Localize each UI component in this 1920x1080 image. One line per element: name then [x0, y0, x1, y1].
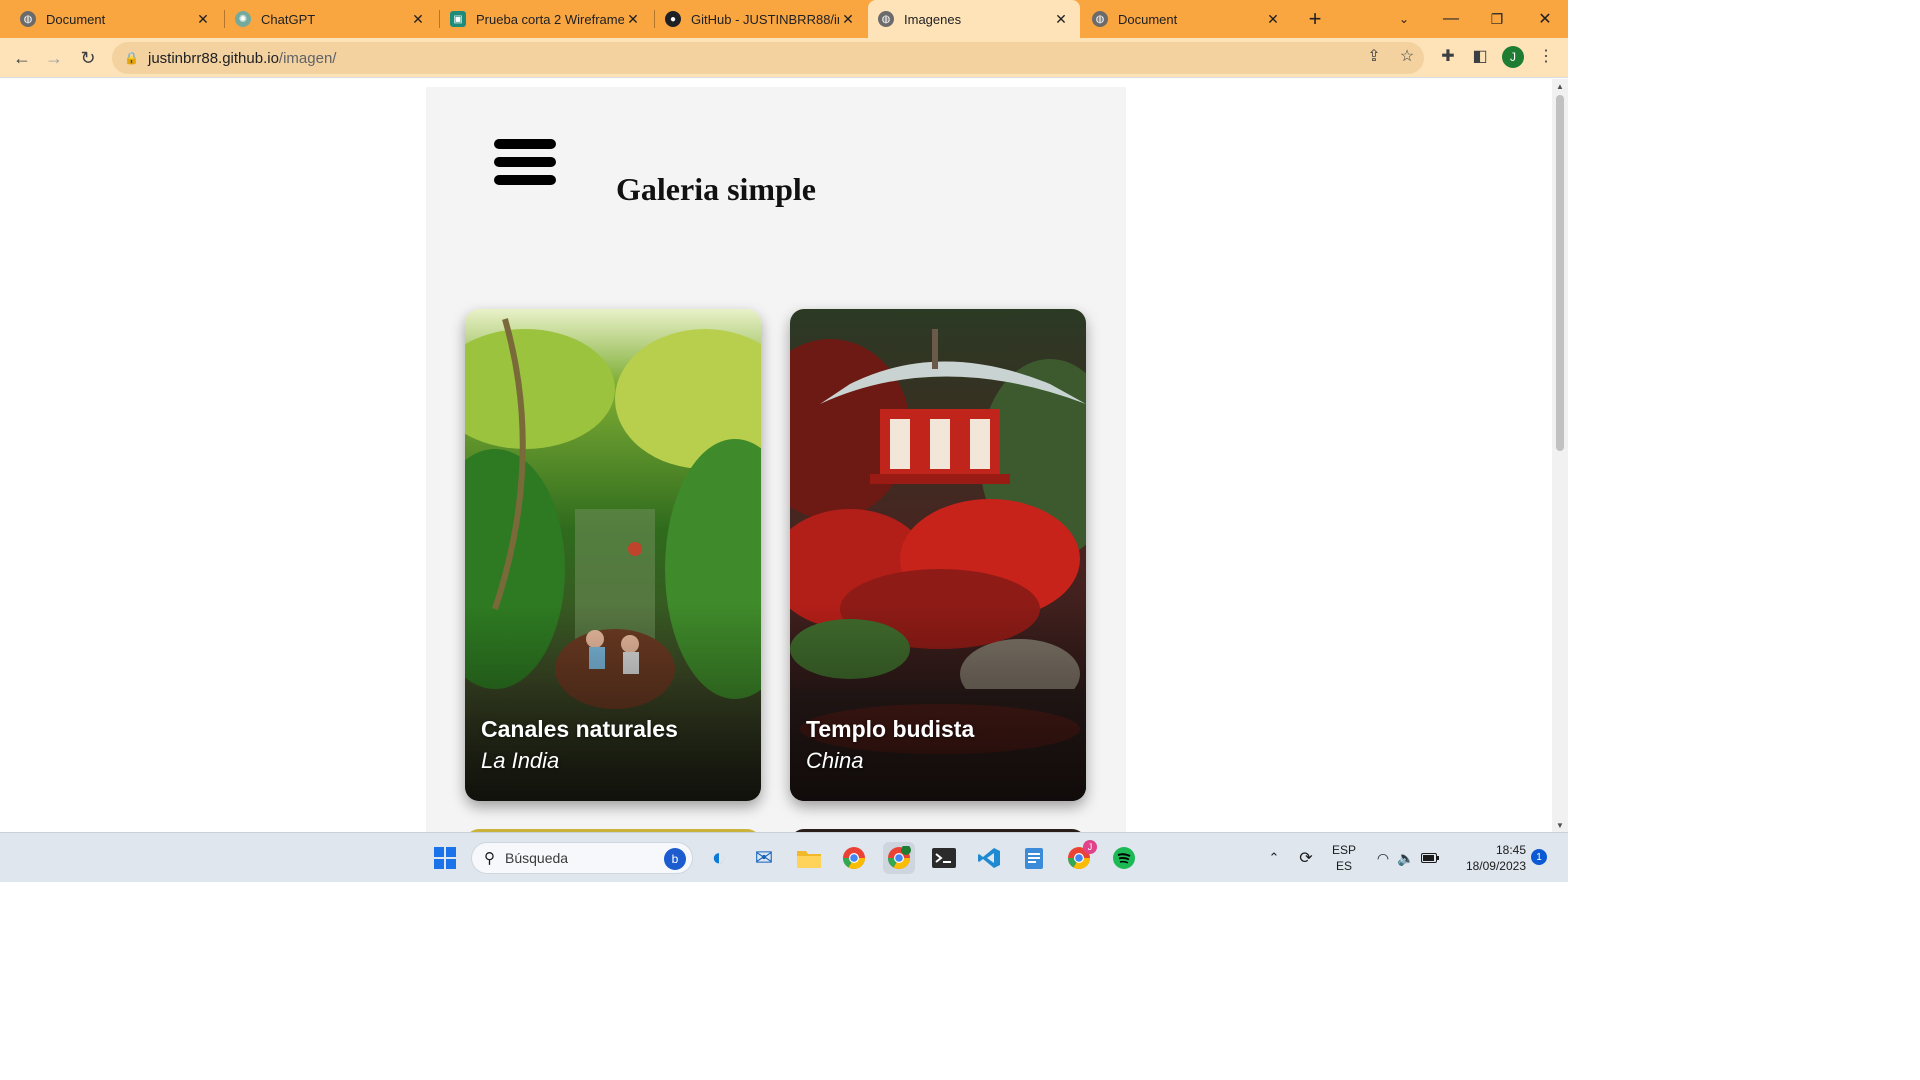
back-button[interactable]: ← — [6, 42, 38, 74]
edge-icon[interactable]: ◐ — [703, 842, 735, 874]
card-caption: Templo budista China — [806, 713, 974, 777]
forward-button[interactable]: → — [38, 42, 70, 74]
card-caption: Canales naturales La India — [481, 713, 678, 777]
sync-icon[interactable]: ⟳ — [1290, 842, 1322, 874]
close-icon[interactable]: ✕ — [1264, 10, 1282, 28]
vscode-icon[interactable] — [973, 842, 1005, 874]
windows-start-icon[interactable] — [429, 842, 461, 874]
gallery-card[interactable]: Templo budista China — [790, 309, 1086, 801]
tab-title: ChatGPT — [261, 11, 316, 27]
clock[interactable]: 18:45 18/09/2023 — [1450, 842, 1526, 874]
tab-strip: ◍ Document ✕ ✺ ChatGPT ✕ ▣ Prueba corta … — [0, 0, 1568, 38]
card-title: Canales naturales — [481, 716, 678, 742]
mail-icon[interactable]: ✉ — [748, 842, 780, 874]
tab-document-1[interactable]: ◍ Document ✕ — [10, 4, 222, 34]
tab-title: Document — [1118, 11, 1178, 27]
windows-taskbar: ⚲ Búsqueda b ◐ ✉ J ⌃ ⟳ ESP ES ◠ 🔈 18:45 … — [0, 832, 1568, 882]
side-panel-icon[interactable]: ◧ — [1466, 42, 1494, 70]
tab-document-2[interactable]: ◍ Document ✕ — [1082, 4, 1292, 34]
keyboard-layout: ES — [1335, 859, 1352, 873]
clock-time: 18:45 — [1495, 843, 1526, 857]
tab-github[interactable]: ● GitHub - JUSTINBRR88/ima ✕ — [655, 4, 867, 34]
profile-badge: J — [1083, 840, 1097, 854]
page-scrollbar[interactable]: ▲ ▼ — [1552, 79, 1568, 832]
taskbar-search[interactable]: ⚲ Búsqueda b — [471, 842, 693, 874]
page-title: Galeria simple — [616, 171, 816, 207]
notepad-icon[interactable] — [1018, 842, 1050, 874]
page-viewport: Galeria simple Canales naturales La Indi… — [0, 79, 1552, 832]
url-host: justinbrr88.github.io — [148, 49, 279, 67]
language-code: ESP — [1331, 843, 1356, 857]
tab-wireframe[interactable]: ▣ Prueba corta 2 Wireframe 2 ✕ — [440, 4, 652, 34]
search-icon: ⚲ — [484, 850, 495, 867]
close-icon[interactable]: ✕ — [409, 10, 427, 28]
spotify-icon[interactable] — [1108, 842, 1140, 874]
chatgpt-icon: ✺ — [235, 11, 251, 27]
gallery-container: Galeria simple Canales naturales La Indi… — [426, 87, 1126, 832]
input-language[interactable]: ESP ES — [1326, 842, 1362, 874]
tray-chevron-up-icon[interactable]: ⌃ — [1258, 842, 1290, 874]
menu-kebab-icon[interactable]: ⋮ — [1532, 42, 1560, 70]
chrome-profile-icon[interactable]: J — [1063, 840, 1097, 874]
tab-chatgpt[interactable]: ✺ ChatGPT ✕ — [225, 4, 437, 34]
profile-avatar[interactable]: J — [1502, 46, 1524, 68]
hamburger-menu-icon[interactable] — [494, 139, 556, 187]
clock-date: 18/09/2023 — [1465, 859, 1526, 873]
share-icon[interactable]: ⇪ — [1360, 42, 1388, 70]
close-icon[interactable]: ✕ — [839, 10, 857, 28]
globe-icon: ◍ — [20, 11, 36, 27]
close-icon[interactable]: ✕ — [624, 10, 642, 28]
card-title: Templo budista — [806, 716, 975, 742]
tab-title: Prueba corta 2 Wireframe 2 — [476, 11, 624, 27]
reload-button[interactable]: ↻ — [72, 42, 104, 74]
restore-button[interactable]: ❐ — [1482, 4, 1512, 34]
tab-title: Imagenes — [904, 11, 962, 27]
terminal-icon[interactable] — [928, 842, 960, 874]
lock-icon: 🔒 — [124, 51, 139, 65]
github-icon: ● — [665, 11, 681, 27]
card-subtitle: China — [806, 748, 864, 773]
globe-icon: ◍ — [1092, 11, 1108, 27]
notification-badge[interactable]: 1 — [1531, 849, 1547, 865]
close-window-button[interactable]: ✕ — [1530, 4, 1560, 34]
tab-title: Document — [46, 11, 106, 27]
card-subtitle: La India — [481, 748, 560, 773]
classroom-icon: ▣ — [450, 11, 466, 27]
battery-icon[interactable] — [1414, 842, 1446, 874]
browser-toolbar: ← → ↻ 🔒 justinbrr88.github.io/imagen/ ⇪ … — [0, 38, 1568, 78]
scroll-down-arrow-icon[interactable]: ▼ — [1552, 818, 1568, 832]
file-explorer-icon[interactable] — [793, 842, 825, 874]
chrome-icon[interactable] — [838, 842, 870, 874]
url-path: /imagen/ — [278, 49, 337, 67]
close-icon[interactable]: ✕ — [194, 10, 212, 28]
scroll-up-arrow-icon[interactable]: ▲ — [1552, 79, 1568, 93]
bookmark-star-icon[interactable]: ☆ — [1393, 42, 1421, 70]
new-tab-button[interactable]: + — [1300, 4, 1330, 34]
tab-imagenes[interactable]: ◍ Imagenes ✕ — [868, 0, 1080, 38]
tab-title: GitHub - JUSTINBRR88/ima — [691, 11, 839, 27]
gallery-card[interactable]: Canales naturales La India — [465, 309, 761, 801]
globe-icon: ◍ — [878, 11, 894, 27]
scroll-thumb[interactable] — [1556, 95, 1564, 451]
search-placeholder: Búsqueda — [505, 850, 569, 866]
chrome-profile-active-icon[interactable] — [883, 842, 915, 874]
bing-icon[interactable]: b — [664, 848, 686, 870]
tab-search-chevron-icon[interactable]: ⌄ — [1389, 4, 1419, 34]
extensions-puzzle-icon[interactable]: ✚ — [1434, 42, 1462, 70]
close-icon[interactable]: ✕ — [1052, 10, 1070, 28]
minimize-button[interactable]: — — [1436, 4, 1466, 34]
address-bar[interactable]: 🔒 justinbrr88.github.io/imagen/ — [112, 42, 1424, 74]
